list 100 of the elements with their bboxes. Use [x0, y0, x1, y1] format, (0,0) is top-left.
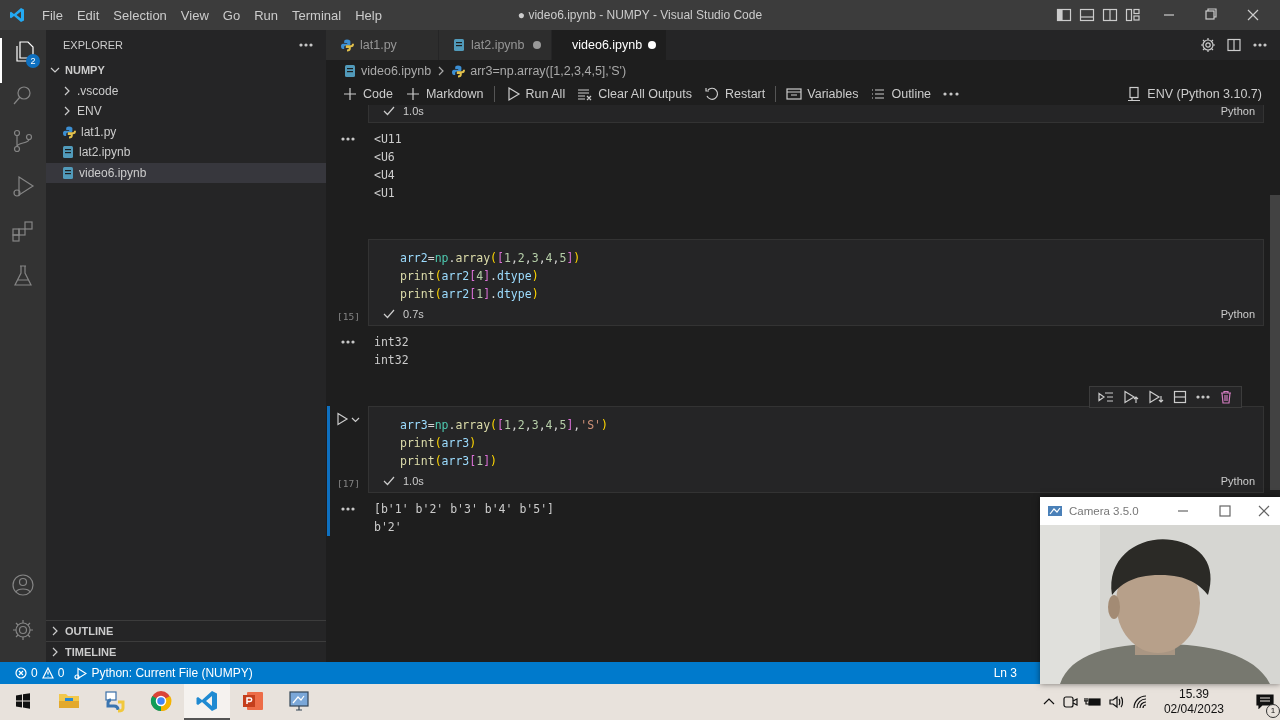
- delete-icon[interactable]: [1219, 390, 1233, 404]
- execution-count: [15]: [337, 311, 360, 322]
- python-app-icon: [103, 689, 127, 713]
- windows-start-icon[interactable]: [15, 693, 31, 709]
- editor-tab[interactable]: lat1.py: [326, 30, 438, 60]
- output-line: int32: [373, 334, 409, 351]
- output-line: <U6: [373, 149, 395, 166]
- chevron-right-icon[interactable]: [50, 626, 60, 636]
- notification-count: 1: [1266, 703, 1280, 718]
- menu-item[interactable]: Terminal: [285, 4, 349, 26]
- code-cell[interactable]: 1.0s Python: [368, 105, 1264, 123]
- speaker-icon[interactable]: [1107, 694, 1126, 710]
- window-title: Camera 3.5.0: [1069, 505, 1139, 517]
- output-line: <U1: [373, 185, 395, 202]
- breadcrumb-item[interactable]: arr3=np.array([1,2,3,4,5],'S'): [451, 64, 627, 78]
- chevron-right-icon[interactable]: [62, 106, 72, 117]
- restart-icon: [703, 85, 720, 102]
- more-icon[interactable]: [341, 135, 355, 143]
- panel-title: EXPLORER: [63, 39, 123, 51]
- file-tree-item[interactable]: lat1.py: [46, 121, 326, 142]
- file-tree-item[interactable]: ENV: [46, 101, 326, 122]
- taskbar-clock[interactable]: 15.39 02/04/2023: [1155, 687, 1232, 717]
- file-tree-item[interactable]: lat2.ipynb: [46, 142, 326, 163]
- menu-item[interactable]: Help: [348, 4, 389, 26]
- account-icon[interactable]: [10, 572, 36, 598]
- menu-item[interactable]: View: [173, 4, 216, 26]
- more-icon[interactable]: [341, 338, 355, 346]
- menu-item[interactable]: File: [35, 4, 70, 26]
- editor-tab[interactable]: video6.ipynb: [552, 30, 666, 60]
- breadcrumb-item[interactable]: video6.ipynb: [344, 64, 432, 78]
- menu-item[interactable]: Go: [215, 4, 248, 26]
- variables-icon: [786, 85, 803, 102]
- execution-time: 0.7s: [403, 308, 424, 320]
- output-line: int32: [373, 352, 409, 369]
- split-layout-icon[interactable]: [1102, 7, 1118, 23]
- plus-icon: [342, 85, 358, 102]
- window-title: ● video6.ipynb - NUMPY - Visual Studio Code: [517, 8, 763, 22]
- camera-tray-icon[interactable]: [1061, 694, 1078, 710]
- execution-count: [17]: [337, 478, 360, 489]
- settings-icon[interactable]: [1200, 37, 1216, 53]
- problems-status[interactable]: 0 0: [12, 666, 68, 680]
- run-debug-icon[interactable]: [10, 173, 36, 199]
- menu-item[interactable]: Run: [247, 4, 285, 26]
- toolbar-button[interactable]: Run All: [498, 85, 572, 102]
- output-line: b'2': [373, 519, 402, 536]
- toolbar-button[interactable]: Markdown: [398, 85, 490, 102]
- layout-icon[interactable]: [1125, 7, 1141, 23]
- notification-badge: 2: [26, 54, 40, 68]
- taskbar-app[interactable]: [184, 684, 230, 720]
- output-line: [b'1' b'2' b'3' b'4' b'5']: [373, 501, 554, 518]
- vscode-logo-icon: [9, 7, 25, 23]
- success-check-icon: [383, 308, 395, 320]
- file-tree-item[interactable]: .vscode: [46, 80, 326, 101]
- run-above-icon[interactable]: [1098, 390, 1114, 404]
- camera-app-icon: [1047, 504, 1063, 518]
- folder-header[interactable]: NUMPY: [46, 60, 326, 81]
- language-label[interactable]: Python: [1220, 475, 1255, 487]
- toolbar-button[interactable]: Clear All Outputs: [571, 85, 698, 102]
- toolbar-button[interactable]: Variables: [780, 85, 865, 102]
- panel-toggle-icon[interactable]: [1079, 7, 1095, 23]
- editor-tab[interactable]: lat2.ipynb: [439, 30, 551, 60]
- menu-item[interactable]: Selection: [106, 4, 174, 26]
- debug-status[interactable]: Python: Current File (NUMPY): [71, 666, 256, 680]
- language-label[interactable]: Python: [1220, 105, 1255, 117]
- split-cell-icon[interactable]: [1173, 390, 1187, 404]
- file-tree-item[interactable]: video6.ipynb: [46, 162, 326, 183]
- toolbar-button[interactable]: Restart: [697, 85, 772, 102]
- output-line: <U11: [373, 131, 402, 148]
- python-file-icon: [340, 38, 354, 52]
- notification-icon[interactable]: [1256, 692, 1274, 709]
- split-editor-icon[interactable]: [1226, 37, 1242, 53]
- warning-icon: [41, 667, 54, 679]
- notebook-file-icon: [453, 38, 465, 52]
- language-label[interactable]: Python: [1220, 308, 1255, 320]
- code-line: arr2=np.array([1,2,3,4,5]): [399, 250, 582, 267]
- python-file-icon: [451, 64, 466, 78]
- chevron-right-icon[interactable]: [62, 85, 72, 96]
- code-cell[interactable]: arr3=np.array([1,2,3,4,5],'S') print(arr3) print(arr3[1]) 1.0s Python: [368, 406, 1264, 493]
- python-file-icon: [62, 124, 76, 139]
- notebook-file-icon: [62, 145, 74, 160]
- kernel-picker[interactable]: ENV (Python 3.10.7): [1120, 85, 1268, 102]
- cursor-position[interactable]: Ln 3: [990, 666, 1020, 680]
- toolbar-button[interactable]: Code: [336, 85, 399, 102]
- code-line: print(arr2[4].dtype): [399, 268, 540, 285]
- toolbar-button[interactable]: Outline: [864, 85, 938, 102]
- run-cell-icon[interactable]: [335, 412, 349, 426]
- more-icon[interactable]: [341, 505, 355, 513]
- chevron-right-icon[interactable]: [50, 647, 60, 657]
- monitor-app-icon: [287, 689, 311, 713]
- run-up-icon[interactable]: [1123, 390, 1139, 404]
- execution-time: 1.0s: [403, 475, 424, 487]
- sidebar-toggle-icon[interactable]: [1056, 7, 1072, 23]
- menu-item[interactable]: Edit: [69, 4, 107, 26]
- code-cell[interactable]: arr2=np.array([1,2,3,4,5]) print(arr2[4].dtype) print(arr2[1].dtype) 0.7s Python: [368, 239, 1264, 326]
- run-down-icon[interactable]: [1148, 390, 1164, 404]
- code-line: print(arr3): [399, 435, 478, 452]
- extensions-icon[interactable]: [10, 218, 36, 244]
- code-line: arr3=np.array([1,2,3,4,5],'S'): [399, 417, 609, 434]
- scrollbar-thumb[interactable]: [1270, 195, 1280, 490]
- section-header[interactable]: OUTLINE: [46, 620, 326, 641]
